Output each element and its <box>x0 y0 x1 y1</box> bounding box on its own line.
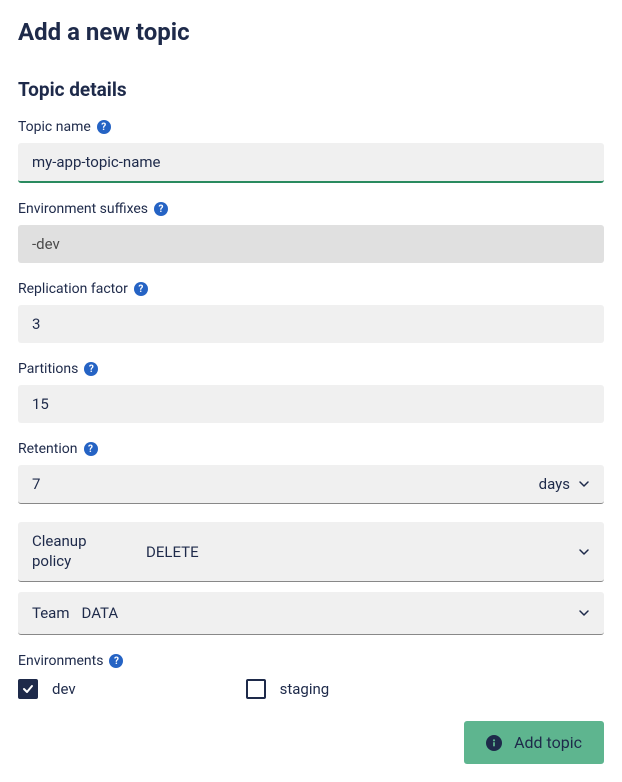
checkbox-icon <box>246 679 266 699</box>
partitions-field: Partitions ? <box>18 361 604 423</box>
retention-unit-select[interactable]: days <box>525 465 604 503</box>
team-value: DATA <box>82 604 119 622</box>
replication-factor-label: Replication factor <box>18 281 128 297</box>
partitions-input[interactable] <box>18 385 604 423</box>
partitions-label: Partitions <box>18 361 78 377</box>
section-title: Topic details <box>18 78 604 101</box>
cleanup-policy-value: DELETE <box>146 543 199 561</box>
add-topic-button-label: Add topic <box>514 733 582 752</box>
chevron-down-icon <box>578 546 590 558</box>
env-suffixes-field: Environment suffixes ? <box>18 201 604 263</box>
add-topic-button[interactable]: Add topic <box>464 721 604 764</box>
cleanup-policy-field: Cleanup policy DELETE <box>18 522 604 582</box>
env-checkbox-staging[interactable]: staging <box>246 679 330 699</box>
env-suffixes-label: Environment suffixes <box>18 201 148 217</box>
help-icon[interactable]: ? <box>84 442 98 456</box>
chevron-down-icon <box>578 478 590 490</box>
topic-name-field: Topic name ? <box>18 119 604 183</box>
page-title: Add a new topic <box>18 18 604 46</box>
topic-name-label: Topic name <box>18 119 91 135</box>
help-icon[interactable]: ? <box>97 120 111 134</box>
team-field: Team DATA <box>18 592 604 635</box>
replication-factor-field: Replication factor ? <box>18 281 604 343</box>
cleanup-policy-label: Cleanup policy <box>32 532 116 571</box>
environments-field: Environments ? dev staging <box>18 653 604 699</box>
retention-input[interactable] <box>18 465 525 503</box>
env-suffixes-input <box>18 225 604 263</box>
retention-unit-value: days <box>539 475 570 493</box>
help-icon[interactable]: ? <box>154 202 168 216</box>
retention-field: Retention ? days <box>18 441 604 504</box>
env-checkbox-dev[interactable]: dev <box>18 679 76 699</box>
help-icon[interactable]: ? <box>84 362 98 376</box>
team-select[interactable]: Team DATA <box>18 592 604 635</box>
help-icon[interactable]: ? <box>109 654 123 668</box>
env-option-label: staging <box>280 680 330 698</box>
cleanup-policy-select[interactable]: Cleanup policy DELETE <box>18 522 604 582</box>
team-label: Team <box>32 604 70 622</box>
replication-factor-input[interactable] <box>18 305 604 343</box>
help-icon[interactable]: ? <box>134 282 148 296</box>
environments-label: Environments <box>18 653 103 669</box>
retention-label: Retention <box>18 441 78 457</box>
checkbox-icon <box>18 679 38 699</box>
topic-name-input[interactable] <box>18 143 604 183</box>
chevron-down-icon <box>578 607 590 619</box>
info-icon <box>486 735 502 751</box>
env-option-label: dev <box>52 680 76 698</box>
